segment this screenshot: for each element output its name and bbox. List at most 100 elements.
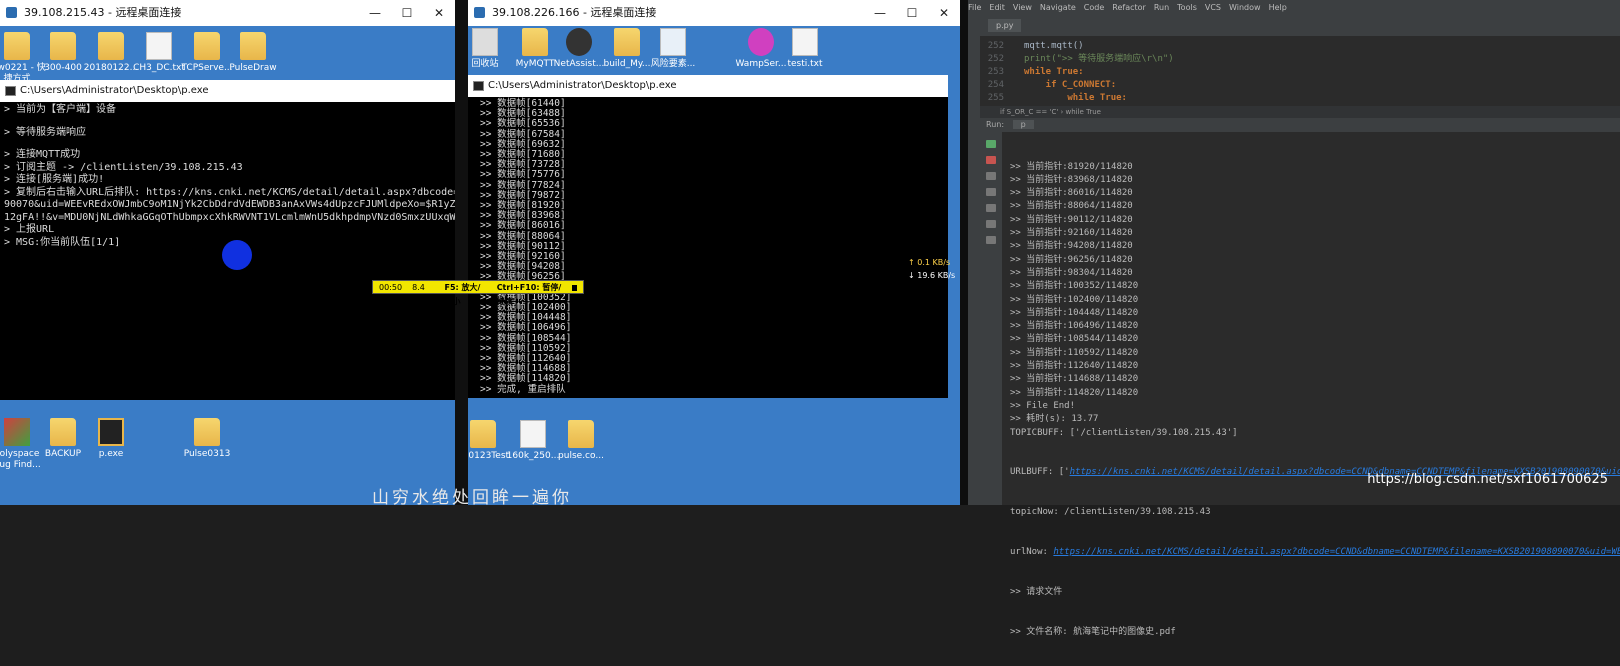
desktop-icon-exe[interactable]: p.exe xyxy=(80,418,142,460)
menu-item-code[interactable]: Code xyxy=(1084,3,1104,12)
run-console-output: >> 当前指针:81920/114820 >> 当前指针:83968/114820… xyxy=(1010,134,1620,666)
console-line: 12gFA!!&v=MDU0NjNLdWhkaGGqOThUbmpxcXhkRW… xyxy=(4,211,455,223)
network-icon xyxy=(566,28,592,56)
url-now-line: urlNow: https://kns.cnki.net/KCMS/detail… xyxy=(1010,546,1620,559)
code-line[interactable]: mqtt.mqtt() xyxy=(1024,40,1084,53)
desktop-icon-folder[interactable]: PulseDraw xyxy=(222,32,284,74)
exe-icon xyxy=(98,418,124,446)
url-now-link[interactable]: https://kns.cnki.net/KCMS/detail/detail.… xyxy=(1053,547,1620,557)
left-window-titlebar[interactable]: 39.108.215.43 - 远程桌面连接 — ☐ ✕ xyxy=(0,0,455,26)
console-icon xyxy=(473,81,484,91)
console-line: >> 完成, 重启排队 xyxy=(480,383,566,395)
output-line: >> 当前指针:100352/114820 xyxy=(1010,281,1139,292)
pause-hint[interactable]: Ctrl+F10: 暂停/继续 xyxy=(497,281,562,306)
output-line: >> 耗时(s): 13.77 xyxy=(1010,414,1099,425)
menu-item-file[interactable]: File xyxy=(968,3,981,12)
network-speed-widget: ↑ 0.1 KB/s ↓ 19.6 KB/s xyxy=(908,256,955,282)
output-line: >> File End! xyxy=(1010,400,1076,411)
breadcrumb[interactable]: if S_OR_C == 'C' › while True xyxy=(980,106,1620,118)
output-line: >> 当前指针:104448/114820 xyxy=(1010,307,1139,318)
desktop-icon-file[interactable]: 风险要素... xyxy=(642,28,704,70)
console-output: >> 数据帧[61440] >> 数据帧[63488] >> 数据帧[65536] >… xyxy=(468,97,948,397)
screen-recorder-bar[interactable]: 00:50 8.4 MB F5: 放大/缩小 Ctrl+F10: 暂停/继续 xyxy=(372,280,584,306)
left-console-window[interactable]: C:\Users\Administrator\Desktop\p.exe > 当… xyxy=(0,80,455,400)
record-size: 8.4 MB xyxy=(412,283,425,306)
folder-icon xyxy=(522,28,548,56)
close-button[interactable]: ✕ xyxy=(423,0,455,26)
menu-item-run[interactable]: Run xyxy=(1154,3,1169,12)
code-line[interactable]: while True: xyxy=(1024,92,1127,105)
run-toolbar xyxy=(980,132,1002,505)
menu-item-tools[interactable]: Tools xyxy=(1177,3,1197,12)
trash-icon[interactable] xyxy=(986,236,996,244)
code-editor[interactable]: 252 mqtt.mqtt() 252 print(">> 等待服务端响应\r\n")… xyxy=(980,36,1620,110)
maximize-button[interactable]: ☐ xyxy=(896,0,928,26)
folder-icon xyxy=(568,420,594,448)
menu-item-window[interactable]: Window xyxy=(1229,3,1261,12)
polyspace-icon xyxy=(4,418,30,446)
restore-layout-icon[interactable] xyxy=(986,172,996,180)
console-line: 90070&uid=WEEvREdxOWJmbC9oM1NjYk2CbDdrdV… xyxy=(4,199,455,210)
menu-item-edit[interactable]: Edit xyxy=(989,3,1005,12)
middle-console-window[interactable]: C:\Users\Administrator\Desktop\p.exe >> … xyxy=(468,75,948,398)
console-line: > 订阅主题 -> /clientListen/39.108.215.43 xyxy=(4,161,243,173)
folder-icon xyxy=(50,32,76,60)
close-button[interactable]: ✕ xyxy=(928,0,960,26)
desktop-icon-file[interactable]: testi.txt xyxy=(774,28,836,70)
output-line: >> 当前指针:83968/114820 xyxy=(1010,174,1133,185)
editor-tab-bar: p.py xyxy=(980,16,1620,36)
code-line[interactable]: while True: xyxy=(1024,66,1084,79)
console-line: > 连接MQTT成功 xyxy=(4,149,81,160)
print-icon[interactable] xyxy=(986,220,996,228)
output-line: >> 当前指针:81920/114820 xyxy=(1010,161,1133,172)
tab-p-py[interactable]: p.py xyxy=(988,19,1022,32)
minimize-button[interactable]: — xyxy=(864,0,896,26)
middle-window-titlebar[interactable]: 39.108.226.166 - 远程桌面连接 — ☐ ✕ xyxy=(468,0,960,26)
console-line: > 当前为【客户端】设备 xyxy=(4,104,117,115)
ide-menu-bar: File Edit View Navigate Code Refactor Run Tools… xyxy=(968,0,1620,16)
output-line: >> 当前指针:110592/114820 xyxy=(1010,347,1139,358)
output-line: >> 当前指针:98304/114820 xyxy=(1010,267,1133,278)
window-separator xyxy=(455,0,468,505)
remote-desktop-icon xyxy=(6,7,17,18)
line-number: 254 xyxy=(987,80,1004,90)
menu-item-help[interactable]: Help xyxy=(1269,3,1287,12)
wamp-server-icon xyxy=(748,28,774,56)
remote-desktop-icon xyxy=(474,7,485,18)
stop-icon[interactable] xyxy=(986,156,996,164)
run-tab[interactable]: p xyxy=(1012,120,1034,129)
console-output: > 当前为【客户端】设备 > 等待服务端响应 > 连接MQTT成功 > 订阅主题 ->… xyxy=(0,102,455,251)
run-panel: Run: p >> 当前指针:81920/114820 >> 当前指针:83968… xyxy=(980,118,1620,637)
code-line[interactable]: if C_CONNECT: xyxy=(1024,79,1116,92)
code-line[interactable]: print(">> 等待服务端响应\r\n") xyxy=(1024,53,1174,66)
output-line: >> 当前指针:92160/114820 xyxy=(1010,228,1133,239)
zoom-hint[interactable]: F5: 放大/缩小 xyxy=(445,281,487,306)
minimize-button[interactable]: — xyxy=(359,0,391,26)
watermark: https://blog.csdn.net/sxf1061700625 xyxy=(1367,472,1608,487)
settings-icon[interactable] xyxy=(986,204,996,212)
middle-remote-desktop-window: 39.108.226.166 - 远程桌面连接 — ☐ ✕ 回收站 MyMQTT… xyxy=(468,0,960,505)
menu-item-vcs[interactable]: VCS xyxy=(1205,3,1221,12)
output-line: >> 当前指针:112640/114820 xyxy=(1010,361,1139,372)
console-titlebar[interactable]: C:\Users\Administrator\Desktop\p.exe xyxy=(0,80,455,102)
output-line: >> 当前指针:96256/114820 xyxy=(1010,254,1133,265)
menu-item-navigate[interactable]: Navigate xyxy=(1040,3,1076,12)
console-line: > 上报URL xyxy=(4,224,55,235)
file-name-line: >> 文件名称: 航海笔记中的图像史.pdf xyxy=(1010,626,1176,637)
upload-speed: ↑ 0.1 KB/s xyxy=(908,258,951,267)
menu-item-refactor[interactable]: Refactor xyxy=(1112,3,1146,12)
desktop-icon-folder[interactable]: pulse.co... xyxy=(550,420,612,462)
pin-icon[interactable] xyxy=(986,188,996,196)
desktop-icon-folder[interactable]: Pulse0313 xyxy=(176,418,238,460)
maximize-button[interactable]: ☐ xyxy=(391,0,423,26)
output-line: >> 当前指针:106496/114820 xyxy=(1010,321,1139,332)
stop-record-icon[interactable] xyxy=(572,285,577,291)
menu-item-view[interactable]: View xyxy=(1013,3,1032,12)
recycle-bin-icon xyxy=(472,28,498,56)
line-number: 252 xyxy=(987,41,1004,51)
folder-icon xyxy=(4,32,30,60)
output-line: >> 当前指针:86016/114820 xyxy=(1010,188,1133,199)
console-titlebar[interactable]: C:\Users\Administrator\Desktop\p.exe xyxy=(468,75,948,97)
rerun-icon[interactable] xyxy=(986,140,996,148)
